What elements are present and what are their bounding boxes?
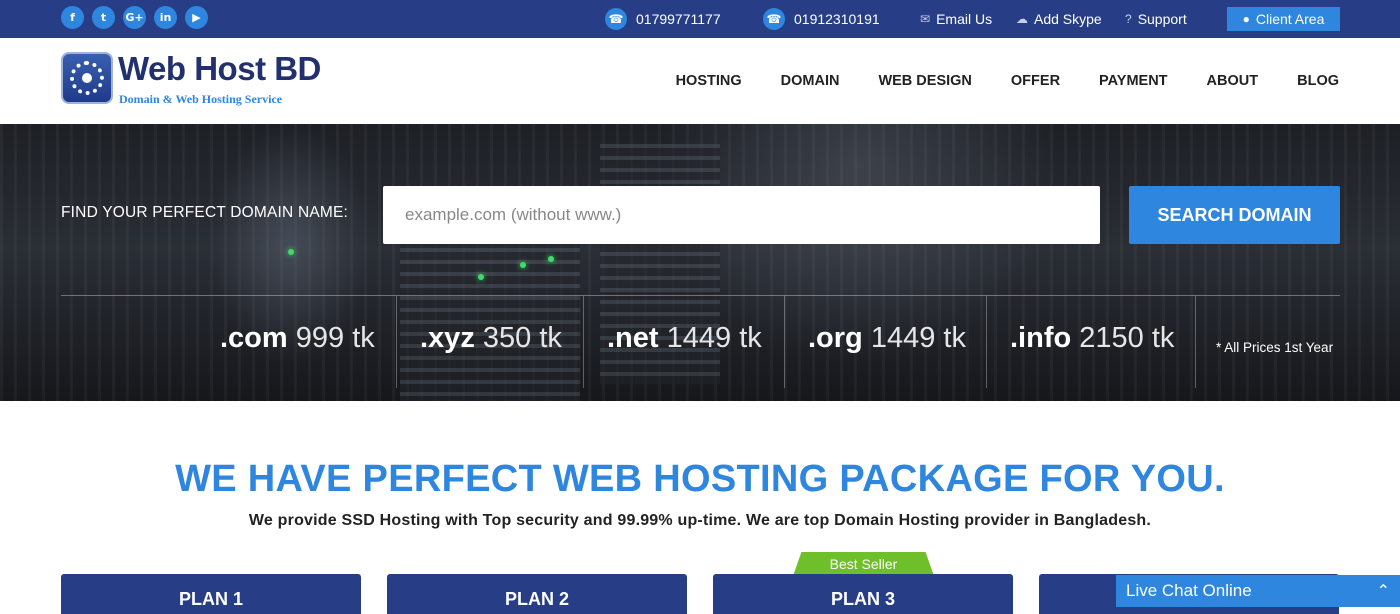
phone-2-number: 01912310191 (794, 11, 880, 27)
server-rack-background (400, 224, 580, 401)
twitter-icon[interactable]: t (92, 6, 115, 29)
skype-icon: ☁ (1016, 12, 1028, 26)
divider (784, 296, 785, 388)
main-nav: HOSTING DOMAIN WEB DESIGN OFFER PAYMENT … (676, 38, 1339, 124)
divider (986, 296, 987, 388)
price-amount: 350 tk (482, 322, 562, 354)
server-led (548, 256, 554, 262)
domain-search-hero: FIND YOUR PERFECT DOMAIN NAME: SEARCH DO… (0, 124, 1400, 401)
phone-1-number: 01799771177 (636, 11, 721, 27)
logo-mark-icon (61, 52, 113, 104)
server-led (288, 249, 294, 255)
search-domain-button[interactable]: SEARCH DOMAIN (1129, 186, 1340, 244)
price-net: .net 1449 tk (607, 322, 762, 355)
user-icon: ● (1242, 12, 1250, 26)
client-area-button[interactable]: ● Client Area (1227, 7, 1340, 31)
price-extension: .xyz (420, 322, 475, 354)
price-extension: .net (607, 322, 659, 354)
logo-title: Web Host BD (118, 50, 321, 87)
section-headline: WE HAVE PERFECT WEB HOSTING PACKAGE FOR … (175, 458, 1225, 500)
facebook-icon[interactable]: f (61, 6, 84, 29)
top-bar: f t G+ in ▶ ☎ 01799771177 ☎ 01912310191 … (0, 0, 1400, 38)
price-amount: 2150 tk (1079, 322, 1175, 354)
chevron-up-icon[interactable]: ⌃ (1377, 581, 1390, 601)
nav-item-offer[interactable]: OFFER (1011, 73, 1060, 89)
best-seller-badge: Best Seller (793, 552, 934, 576)
email-us-link[interactable]: ✉ Email Us (920, 0, 992, 38)
plan-2-card: PLAN 2 (387, 574, 687, 614)
client-area-label: Client Area (1255, 11, 1325, 27)
price-xyz: .xyz 350 tk (420, 322, 562, 355)
price-note: * All Prices 1st Year (1216, 340, 1334, 355)
divider (61, 295, 1340, 296)
live-chat-widget[interactable]: Live Chat Online ⌃ (1116, 575, 1400, 607)
price-com: .com 999 tk (220, 322, 375, 355)
plan-3-card: PLAN 3 (713, 574, 1013, 614)
google-plus-icon[interactable]: G+ (123, 6, 146, 29)
price-amount: 999 tk (295, 322, 375, 354)
nav-item-payment[interactable]: PAYMENT (1099, 73, 1168, 89)
server-led (478, 274, 484, 280)
email-us-label: Email Us (936, 11, 993, 27)
divider (396, 296, 397, 388)
question-icon: ? (1125, 12, 1132, 26)
social-links: f t G+ in ▶ (61, 6, 208, 29)
add-skype-label: Add Skype (1034, 11, 1102, 27)
find-domain-label: FIND YOUR PERFECT DOMAIN NAME: (61, 204, 349, 221)
logo-subtitle: Domain & Web Hosting Service (119, 92, 283, 106)
nav-item-web-design[interactable]: WEB DESIGN (878, 73, 971, 89)
support-label: Support (1137, 11, 1187, 27)
price-org: .org 1449 tk (808, 322, 966, 355)
phone-2-link[interactable]: ☎ 01912310191 (763, 0, 880, 38)
add-skype-link[interactable]: ☁ Add Skype (1016, 0, 1102, 38)
price-amount: 1449 tk (870, 322, 966, 354)
linkedin-icon[interactable]: in (154, 6, 177, 29)
price-amount: 1449 tk (666, 322, 762, 354)
phone-icon: ☎ (763, 8, 785, 30)
server-led (520, 262, 526, 268)
divider (583, 296, 584, 388)
section-subheadline: We provide SSD Hosting with Top security… (248, 512, 1152, 529)
price-extension: .info (1010, 322, 1072, 354)
domain-search-input[interactable] (383, 186, 1100, 244)
phone-icon: ☎ (605, 8, 627, 30)
phone-1-link[interactable]: ☎ 01799771177 (605, 0, 721, 38)
divider (1195, 296, 1196, 388)
price-info: .info 2150 tk (1010, 322, 1174, 355)
nav-item-hosting[interactable]: HOSTING (676, 73, 742, 89)
price-extension: .org (808, 322, 863, 354)
nav-item-blog[interactable]: BLOG (1297, 73, 1339, 89)
live-chat-label: Live Chat Online (1126, 581, 1252, 600)
youtube-icon[interactable]: ▶ (185, 6, 208, 29)
price-extension: .com (220, 322, 288, 354)
site-header: Web Host BD Domain & Web Hosting Service… (0, 38, 1400, 124)
support-link[interactable]: ? Support (1125, 0, 1187, 38)
nav-item-about[interactable]: ABOUT (1207, 73, 1259, 89)
envelope-icon: ✉ (920, 12, 931, 26)
plan-1-card: PLAN 1 (61, 574, 361, 614)
nav-item-domain[interactable]: DOMAIN (781, 73, 840, 89)
